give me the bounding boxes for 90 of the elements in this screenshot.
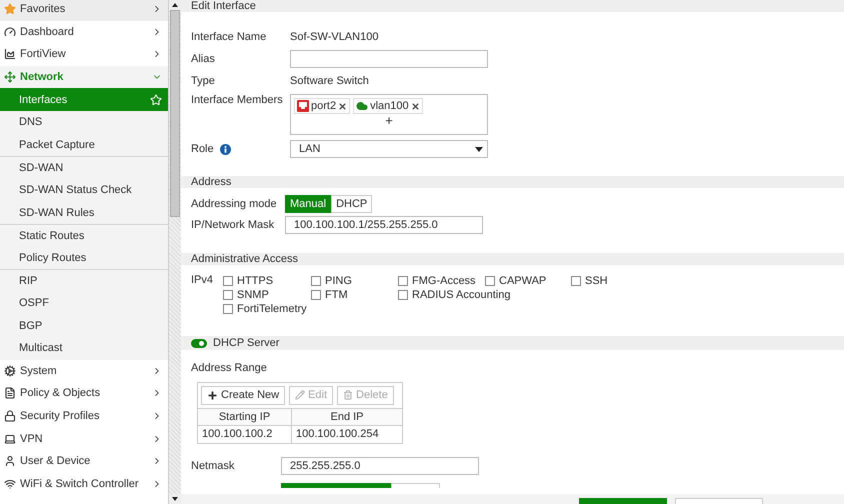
checkbox[interactable]: [311, 290, 321, 300]
segment-toggle[interactable]: [281, 482, 391, 488]
move-arrows-icon: [4, 71, 16, 84]
checkbox-label: CAPWAP: [499, 275, 546, 288]
sidebar-item[interactable]: Network: [0, 66, 168, 88]
sidebar-subitem[interactable]: OSPF: [0, 292, 168, 314]
sidebar-subitem[interactable]: SD-WAN Status Check: [0, 178, 168, 202]
checkbox-label: SNMP: [237, 289, 269, 302]
sidebar-subitem[interactable]: Policy Routes: [0, 246, 168, 270]
remove-icon[interactable]: [410, 102, 420, 111]
user-icon: [4, 455, 16, 468]
gauge-icon: [4, 26, 16, 38]
checkbox[interactable]: [398, 290, 408, 300]
member-chip[interactable]: vlan100: [353, 98, 423, 114]
wifi-icon: [4, 478, 16, 490]
checkbox-label: PING: [325, 275, 352, 288]
column-header: End IP: [292, 408, 402, 425]
sidebar-subitem[interactable]: Static Routes: [0, 224, 168, 247]
checkbox[interactable]: [398, 276, 408, 286]
segment-toggle[interactable]: [391, 482, 440, 488]
field-label: Netmask: [191, 460, 236, 472]
toggle-switch[interactable]: [191, 338, 207, 348]
field-value: Software Switch: [290, 75, 369, 88]
sidebar-subitem[interactable]: SD-WAN Rules: [0, 201, 168, 224]
checkbox[interactable]: [223, 276, 233, 286]
field-label: Interface Name: [191, 31, 268, 44]
up-arrow-icon[interactable]: [172, 3, 178, 7]
info-icon: [220, 144, 231, 155]
down-arrow-icon[interactable]: [172, 497, 178, 501]
table-cell: 100.100.100.254: [292, 424, 402, 443]
sidebar-subitem[interactable]: Interfaces: [0, 88, 168, 111]
checkbox[interactable]: [223, 290, 233, 300]
checkbox[interactable]: [311, 276, 321, 286]
checkbox-label: RADIUS Accounting: [412, 289, 510, 302]
star-icon: [4, 3, 16, 16]
field-label: Address Range: [191, 362, 268, 374]
caret-icon: [475, 146, 483, 152]
add-member-button[interactable]: +: [385, 114, 393, 128]
scrollbar-thumb[interactable]: [170, 10, 180, 217]
mode-toggle[interactable]: DHCP: [331, 195, 372, 214]
field-label: Role: [191, 143, 290, 156]
section-header: Address: [181, 176, 844, 188]
checkbox[interactable]: [485, 276, 495, 286]
star-icon[interactable]: [150, 94, 162, 106]
member-chip[interactable]: port2: [294, 98, 350, 114]
laptop-icon: [4, 432, 16, 445]
sidebar-subitem[interactable]: SD-WAN: [0, 156, 168, 179]
sidebar-item[interactable]: Favorites: [0, 0, 168, 21]
field-label: Alias: [191, 53, 216, 66]
checkbox-label: HTTPS: [237, 275, 274, 288]
checkbox-label: FTM: [325, 289, 348, 302]
cloud-icon: [356, 100, 368, 112]
trash-icon: [343, 390, 354, 400]
field-label: Type: [191, 75, 216, 88]
sidebar-subitem[interactable]: DNS: [0, 110, 168, 134]
plus-icon: [207, 390, 218, 401]
sidebar-subitem[interactable]: BGP: [0, 314, 168, 337]
netmask-field[interactable]: 255.255.255.0: [281, 456, 479, 475]
field-label: IP/Network Mask: [191, 219, 276, 232]
port-icon: [297, 100, 309, 112]
section-title: DHCP Server: [213, 337, 280, 350]
document-icon: [4, 387, 16, 400]
section-header: Administrative Access: [181, 253, 844, 266]
field-value: Sof-SW-VLAN100: [290, 31, 378, 44]
checkbox[interactable]: [223, 304, 233, 314]
gear-icon: [4, 364, 16, 377]
ip-mask-field[interactable]: 100.100.100.1/255.255.255.0: [285, 216, 483, 234]
field-label: IPv4: [191, 274, 214, 286]
scrollbar[interactable]: [168, 0, 181, 504]
sidebar-subitem[interactable]: Packet Capture: [0, 134, 168, 156]
toolbar-button[interactable]: Create New: [201, 386, 286, 405]
field-label: Addressing mode: [191, 198, 278, 210]
sidebar-subitem[interactable]: RIP: [0, 269, 168, 292]
checkbox[interactable]: [571, 276, 581, 286]
lock-icon: [4, 410, 16, 422]
members-field[interactable]: port2 vlan100 +: [290, 94, 488, 136]
column-header: Starting IP: [198, 408, 292, 425]
checkbox-label: FMG-Access: [412, 275, 476, 288]
remove-icon[interactable]: [338, 102, 348, 111]
alias-field[interactable]: [290, 50, 488, 68]
checkbox-label: SSH: [585, 275, 608, 288]
checkbox-label: FortiTelemetry: [237, 303, 307, 316]
mode-toggle[interactable]: Manual: [285, 195, 332, 214]
section-header: Edit Interface: [181, 0, 844, 12]
sidebar-subitem[interactable]: Multicast: [0, 336, 168, 360]
area-chart-icon: [4, 48, 16, 60]
field-label: Interface Members: [191, 94, 284, 106]
pencil-icon: [295, 390, 306, 400]
table-cell: 100.100.100.2: [198, 424, 292, 443]
role-dropdown[interactable]: LAN: [290, 140, 488, 158]
